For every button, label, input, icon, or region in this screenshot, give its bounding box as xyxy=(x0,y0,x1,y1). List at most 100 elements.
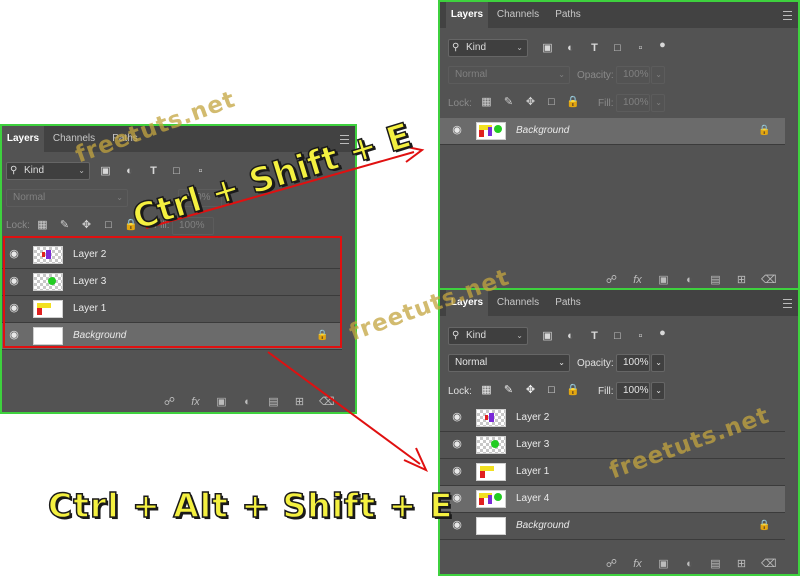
trash-icon[interactable]: ⌫ xyxy=(761,274,777,287)
filter-kind-dropdown[interactable]: ⚲ Kind ⌄ xyxy=(448,327,528,345)
lock-image-brush-icon[interactable]: ✎ xyxy=(502,384,515,397)
filter-pixel-icon[interactable]: ▣ xyxy=(541,42,554,55)
lock-label: Lock: xyxy=(448,98,472,109)
adjustment-layer-icon[interactable]: ◐ xyxy=(241,396,254,409)
layer-name[interactable]: Layer 3 xyxy=(516,432,549,458)
eye-visibility-icon[interactable]: ◉ xyxy=(450,439,464,450)
eye-visibility-icon[interactable]: ◉ xyxy=(450,412,464,423)
lock-image-brush-icon[interactable]: ✎ xyxy=(502,96,515,109)
filter-pixel-icon[interactable]: ▣ xyxy=(541,330,554,343)
lock-position-icon[interactable]: ✥ xyxy=(524,384,537,397)
panel-menu-icon[interactable] xyxy=(783,11,792,20)
adjustment-layer-icon[interactable]: ◐ xyxy=(683,558,696,571)
lock-artboard-icon[interactable]: □ xyxy=(545,96,558,109)
eye-visibility-icon[interactable]: ◉ xyxy=(450,466,464,477)
group-folder-icon[interactable]: ▤ xyxy=(709,558,722,571)
lock-artboard-icon[interactable]: □ xyxy=(545,384,558,397)
tab-paths[interactable]: Paths xyxy=(548,2,588,28)
lock-all-icon[interactable]: 🔒 xyxy=(566,96,580,109)
filter-adjustment-icon[interactable]: ◐ xyxy=(123,165,136,178)
lock-position-icon[interactable]: ✥ xyxy=(80,219,93,232)
new-layer-icon[interactable]: ⊞ xyxy=(735,274,748,287)
lock-transparent-icon[interactable]: ▦ xyxy=(480,384,493,397)
fill-label: Fill: xyxy=(598,386,614,397)
lock-label: Lock: xyxy=(6,220,30,231)
filter-shape-icon[interactable]: □ xyxy=(611,42,624,55)
mask-icon[interactable]: ▣ xyxy=(657,558,670,571)
trash-icon[interactable]: ⌫ xyxy=(319,396,335,409)
fill-input[interactable]: 100% xyxy=(616,94,650,112)
blend-mode-select[interactable]: Normal ⌄ xyxy=(448,354,570,372)
search-icon: ⚲ xyxy=(452,42,460,53)
layer-row-background[interactable]: ◉ Background 🔒 xyxy=(440,513,785,540)
filter-shape-icon[interactable]: □ xyxy=(611,330,624,343)
opacity-input[interactable]: 100% xyxy=(616,66,650,84)
opacity-dropdown-button[interactable]: ⌄ xyxy=(651,354,665,372)
tab-layers[interactable]: Layers xyxy=(446,2,488,28)
new-layer-icon[interactable]: ⊞ xyxy=(293,396,306,409)
layer-name[interactable]: Layer 2 xyxy=(516,405,549,431)
chevron-down-icon: ⌄ xyxy=(558,70,565,79)
layer-thumbnail xyxy=(476,490,506,508)
panel-menu-icon[interactable] xyxy=(783,299,792,308)
layer-row-background[interactable]: ◉ Background 🔒 xyxy=(440,118,785,145)
lock-all-icon[interactable]: 🔒 xyxy=(566,384,580,397)
fill-dropdown-button[interactable]: ⌄ xyxy=(651,382,665,400)
blend-mode-select[interactable]: Normal ⌄ xyxy=(6,189,128,207)
fill-input[interactable]: 100% xyxy=(616,382,650,400)
filter-toggle-icon[interactable]: ● xyxy=(656,39,669,52)
filter-smart-object-icon[interactable]: ▫ xyxy=(634,330,647,343)
eye-visibility-icon[interactable]: ◉ xyxy=(450,125,464,136)
adjustment-layer-icon[interactable]: ◐ xyxy=(683,274,696,287)
new-layer-icon[interactable]: ⊞ xyxy=(735,558,748,571)
mask-icon[interactable]: ▣ xyxy=(657,274,670,287)
link-layers-icon[interactable]: ☍ xyxy=(605,558,618,571)
chevron-down-icon: ⌄ xyxy=(655,70,662,79)
layer-name[interactable]: Layer 4 xyxy=(516,486,549,512)
filter-adjustment-icon[interactable]: ◐ xyxy=(564,330,577,343)
chevron-down-icon: ⌄ xyxy=(116,193,123,202)
group-folder-icon[interactable]: ▤ xyxy=(709,274,722,287)
filter-type-icon[interactable]: T xyxy=(147,165,160,178)
filter-adjustment-icon[interactable]: ◐ xyxy=(564,42,577,55)
link-layers-icon[interactable]: ☍ xyxy=(163,396,176,409)
lock-transparent-icon[interactable]: ▦ xyxy=(480,96,493,109)
lock-image-brush-icon[interactable]: ✎ xyxy=(58,219,71,232)
layer-thumbnail xyxy=(476,463,506,481)
fx-icon[interactable]: fx xyxy=(189,396,202,409)
layer-name[interactable]: Background xyxy=(516,513,569,539)
filter-shape-icon[interactable]: □ xyxy=(170,165,183,178)
layer-row-layer-4[interactable]: ◉ Layer 4 xyxy=(440,486,785,513)
blend-mode-select[interactable]: Normal ⌄ xyxy=(448,66,570,84)
fill-dropdown-button[interactable]: ⌄ xyxy=(651,94,665,112)
chevron-down-icon: ⌄ xyxy=(558,358,565,367)
group-folder-icon[interactable]: ▤ xyxy=(267,396,280,409)
filter-smart-object-icon[interactable]: ▫ xyxy=(634,42,647,55)
layer-name[interactable]: Background xyxy=(516,118,569,144)
filter-toggle-icon[interactable]: ● xyxy=(656,327,669,340)
opacity-input[interactable]: 100% xyxy=(616,354,650,372)
lock-transparent-icon[interactable]: ▦ xyxy=(36,219,49,232)
layer-name[interactable]: Layer 1 xyxy=(516,459,549,485)
trash-icon[interactable]: ⌫ xyxy=(761,558,777,571)
link-layers-icon[interactable]: ☍ xyxy=(605,274,618,287)
tab-paths[interactable]: Paths xyxy=(548,290,588,316)
fx-icon[interactable]: fx xyxy=(631,274,644,287)
opacity-dropdown-button[interactable]: ⌄ xyxy=(651,66,665,84)
mask-icon[interactable]: ▣ xyxy=(215,396,228,409)
lock-position-icon[interactable]: ✥ xyxy=(524,96,537,109)
filter-kind-dropdown[interactable]: ⚲ Kind ⌄ xyxy=(6,162,90,180)
lock-label: Lock: xyxy=(448,386,472,397)
layer-thumbnail xyxy=(476,122,506,140)
tab-channels[interactable]: Channels xyxy=(490,2,546,28)
opacity-label: Opacity: xyxy=(577,70,614,81)
filter-type-icon[interactable]: T xyxy=(588,330,601,343)
lock-icon: 🔒 xyxy=(758,125,771,136)
tab-layers[interactable]: Layers xyxy=(2,126,44,152)
filter-pixel-icon[interactable]: ▣ xyxy=(99,165,112,178)
fx-icon[interactable]: fx xyxy=(631,558,644,571)
filter-type-icon[interactable]: T xyxy=(588,42,601,55)
layer-thumbnail xyxy=(476,517,506,535)
filter-kind-dropdown[interactable]: ⚲ Kind ⌄ xyxy=(448,39,528,57)
lock-artboard-icon[interactable]: □ xyxy=(102,219,115,232)
